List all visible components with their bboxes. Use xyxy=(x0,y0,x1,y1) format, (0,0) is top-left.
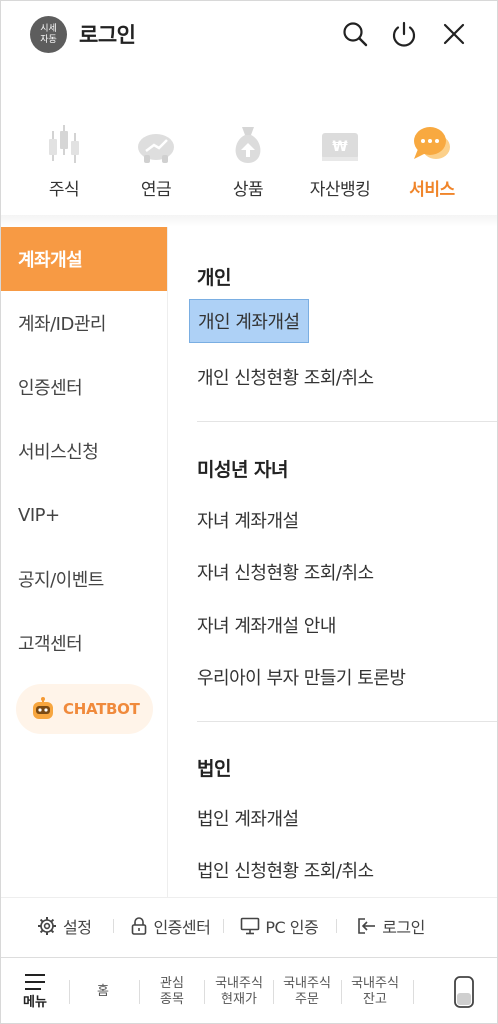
auth-center-label: 인증센터 xyxy=(153,917,211,937)
gear-icon xyxy=(38,916,56,935)
category-label: 상품 xyxy=(232,180,264,200)
section-title-corporate: 법인 xyxy=(197,758,231,780)
tab-menu-label: 메뉴 xyxy=(23,995,47,1010)
settings-label: 설정 xyxy=(63,917,92,937)
tab-separator xyxy=(204,980,205,1004)
pc-auth-link[interactable]: PC 인증 xyxy=(240,914,319,938)
tab-price-label-2: 현재가 xyxy=(221,992,257,1007)
tab-watchlist[interactable]: 관심 종목 xyxy=(146,958,198,1023)
section-divider xyxy=(197,721,497,722)
auto-quote-avatar[interactable]: 시세 자동 xyxy=(30,16,67,53)
category-tabs: 주식 연금 상품 ₩ 자산뱅킹 서비스 xyxy=(1,121,497,211)
login-link[interactable]: 로그인 xyxy=(357,914,425,938)
footer-links: 설정 인증센터 PC 인증 로그인 xyxy=(1,897,497,953)
search-icon[interactable] xyxy=(340,19,370,49)
menu-item-personal-status[interactable]: 개인 신청현황 조회/취소 xyxy=(197,364,374,390)
settings-link[interactable]: 설정 xyxy=(37,914,92,938)
menu-item-corp-status[interactable]: 법인 신청현황 조회/취소 xyxy=(197,857,374,883)
category-label: 자산뱅킹 xyxy=(309,180,371,200)
power-icon[interactable] xyxy=(389,19,419,49)
menu-item-child-account-open[interactable]: 자녀 계좌개설 xyxy=(197,507,299,533)
hamburger-icon xyxy=(25,974,45,990)
menu-item-corp-account-open[interactable]: 법인 계좌개설 xyxy=(197,805,299,831)
scroll-handle-icon xyxy=(454,976,474,1008)
tab-watchlist-label-1: 관심 xyxy=(160,976,184,991)
login-label: 로그인 xyxy=(382,917,425,937)
auth-center-link[interactable]: 인증센터 xyxy=(130,914,211,938)
avatar-line1: 시세 xyxy=(40,23,57,34)
chat-bubble-icon xyxy=(386,121,478,165)
lock-icon xyxy=(132,916,147,935)
tab-home[interactable]: 홈 xyxy=(81,958,125,1023)
bottom-tab-bar: 메뉴 홈 관심 종목 국내주식 현재가 국내주식 주문 국내주식 잔고 xyxy=(1,957,497,1023)
category-label: 서비스 xyxy=(409,180,455,200)
sidebar-item-customer-center[interactable]: 고객센터 xyxy=(1,611,167,675)
header: 시세 자동 로그인 xyxy=(1,1,497,73)
category-product[interactable]: 상품 xyxy=(202,121,294,211)
tab-separator xyxy=(69,980,70,1004)
tab-balance[interactable]: 국내주식 잔고 xyxy=(342,958,408,1023)
footer-separator xyxy=(113,918,115,933)
tab-balance-label-1: 국내주식 xyxy=(351,976,399,991)
section-title-personal: 개인 xyxy=(197,267,231,289)
login-title[interactable]: 로그인 xyxy=(79,19,136,49)
sidebar-item-vip[interactable]: VIP+ xyxy=(1,483,167,547)
menu-item-child-forum[interactable]: 우리아이 부자 만들기 토론방 xyxy=(197,664,406,690)
sidebar-item-notice-event[interactable]: 공지/이벤트 xyxy=(1,547,167,611)
tab-menu[interactable]: 메뉴 xyxy=(13,958,57,1023)
tab-scroll-handle[interactable] xyxy=(446,958,482,1023)
tab-home-label: 홈 xyxy=(97,984,109,999)
login-arrow-icon xyxy=(358,917,376,934)
sidebar-item-account-id[interactable]: 계좌/ID관리 xyxy=(1,291,167,355)
monitor-icon xyxy=(241,917,260,934)
sidebar: 계좌개설 계좌/ID관리 인증센터 서비스신청 VIP+ 공지/이벤트 고객센터… xyxy=(1,227,168,897)
sidebar-item-service-apply[interactable]: 서비스신청 xyxy=(1,419,167,483)
chatbot-label: CHATBOT xyxy=(63,700,140,718)
category-divider xyxy=(1,215,497,227)
tab-current-price[interactable]: 국내주식 현재가 xyxy=(206,958,272,1023)
app-frame: 시세 자동 로그인 주식 연금 상품 ₩ 자산뱅킹 서비스 계좌개설 계좌/ID… xyxy=(0,0,498,1024)
pc-auth-label: PC 인증 xyxy=(265,917,319,937)
menu-item-personal-account-open[interactable]: 개인 계좌개설 xyxy=(189,299,309,343)
category-stock[interactable]: 주식 xyxy=(18,121,110,211)
category-service[interactable]: 서비스 xyxy=(386,121,478,211)
category-asset-banking[interactable]: ₩ 자산뱅킹 xyxy=(294,121,386,211)
tab-order[interactable]: 국내주식 주문 xyxy=(274,958,340,1023)
section-divider xyxy=(197,421,497,422)
money-bag-icon xyxy=(202,121,294,165)
tab-watchlist-label-2: 종목 xyxy=(160,992,184,1007)
category-label: 연금 xyxy=(140,180,172,200)
robot-icon xyxy=(33,697,53,719)
tab-order-label-1: 국내주식 xyxy=(283,976,331,991)
section-title-minor: 미성년 자녀 xyxy=(197,459,289,481)
submenu-panel: 개인 개인 계좌개설 개인 신청현황 조회/취소 미성년 자녀 자녀 계좌개설 … xyxy=(169,227,497,897)
chatbot-button[interactable]: CHATBOT xyxy=(16,684,153,734)
sidebar-item-account-opening[interactable]: 계좌개설 xyxy=(1,227,167,291)
svg-text:₩: ₩ xyxy=(332,139,348,155)
tab-separator xyxy=(139,980,140,1004)
bank-card-icon: ₩ xyxy=(294,121,386,165)
sidebar-item-auth-center[interactable]: 인증센터 xyxy=(1,355,167,419)
menu-item-child-status[interactable]: 자녀 신청현황 조회/취소 xyxy=(197,559,374,585)
category-label: 주식 xyxy=(48,180,80,200)
menu-item-child-guide[interactable]: 자녀 계좌개설 안내 xyxy=(197,612,336,638)
tab-order-label-2: 주문 xyxy=(295,992,319,1007)
piggy-bank-icon xyxy=(110,121,202,165)
footer-separator xyxy=(223,918,225,933)
footer-separator xyxy=(336,918,338,933)
category-pension[interactable]: 연금 xyxy=(110,121,202,211)
tab-separator xyxy=(413,980,414,1004)
stock-candle-icon xyxy=(18,121,110,165)
tab-price-label-1: 국내주식 xyxy=(215,976,263,991)
avatar-line2: 자동 xyxy=(40,34,57,45)
close-icon[interactable] xyxy=(439,19,469,49)
tab-balance-label-2: 잔고 xyxy=(363,992,387,1007)
